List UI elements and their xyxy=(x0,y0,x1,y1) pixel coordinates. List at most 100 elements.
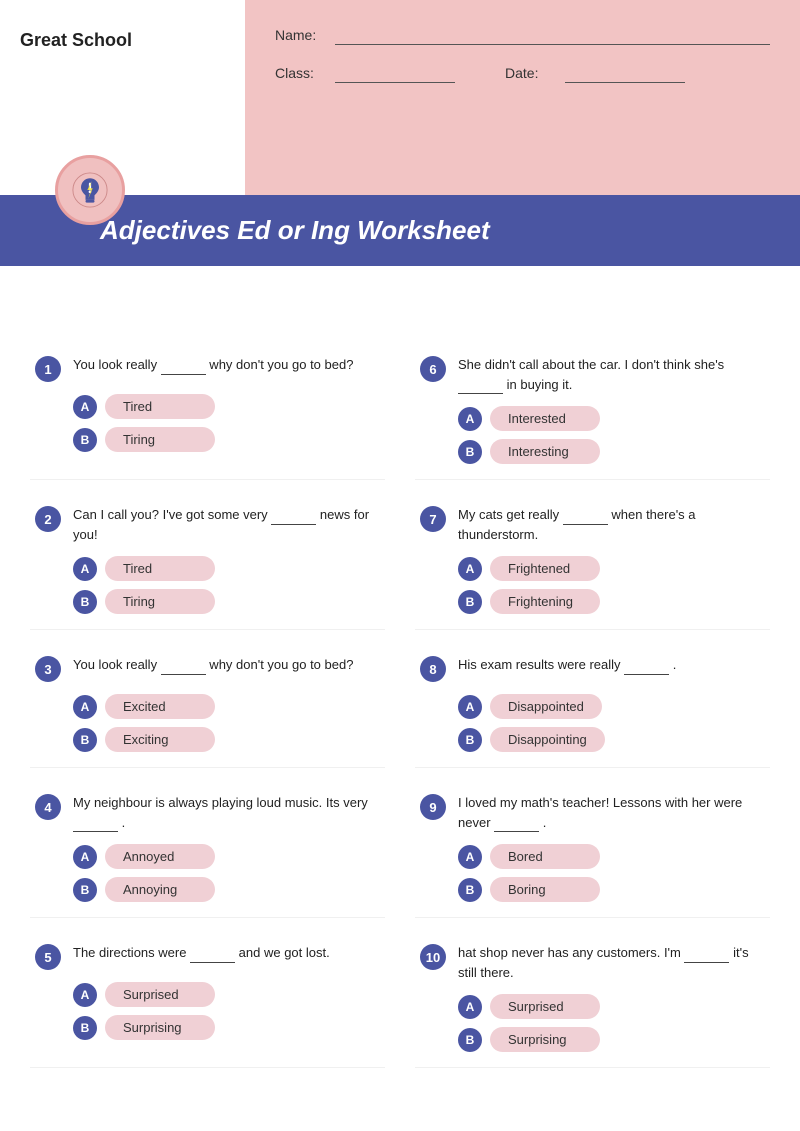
option-text: Frightening xyxy=(490,589,600,614)
option-letter: A xyxy=(458,845,482,869)
option[interactable]: B Annoying xyxy=(73,877,380,902)
option-letter: B xyxy=(73,428,97,452)
option-letter: B xyxy=(458,1028,482,1052)
option[interactable]: B Surprising xyxy=(73,1015,380,1040)
question-number: 2 xyxy=(35,506,61,532)
question-number: 6 xyxy=(420,356,446,382)
question-text: hat shop never has any customers. I'm it… xyxy=(458,943,765,982)
question-number: 4 xyxy=(35,794,61,820)
option[interactable]: A Surprised xyxy=(458,994,765,1019)
name-label: Name: xyxy=(275,27,325,43)
question-block: 4 My neighbour is always playing loud mus… xyxy=(30,778,385,918)
option-text: Frightened xyxy=(490,556,600,581)
option[interactable]: A Annoyed xyxy=(73,844,380,869)
option-letter: B xyxy=(458,728,482,752)
option-letter: B xyxy=(458,590,482,614)
option-letter: A xyxy=(73,695,97,719)
option-text: Interested xyxy=(490,406,600,431)
option-text: Surprising xyxy=(105,1015,215,1040)
option-letter: B xyxy=(458,878,482,902)
question-block: 2 Can I call you? I've got some very news… xyxy=(30,490,385,630)
questions-grid: 1 You look really why don't you go to bed… xyxy=(30,340,770,1068)
question-text: She didn't call about the car. I don't t… xyxy=(458,355,765,394)
option-text: Disappointing xyxy=(490,727,605,752)
option[interactable]: B Interesting xyxy=(458,439,765,464)
option[interactable]: B Disappointing xyxy=(458,727,765,752)
option-letter: A xyxy=(458,557,482,581)
option[interactable]: A Tired xyxy=(73,394,380,419)
option-letter: A xyxy=(73,983,97,1007)
question-block: 9 I loved my math's teacher! Lessons with… xyxy=(415,778,770,918)
question-block: 7 My cats get really when there's a thund… xyxy=(415,490,770,630)
option[interactable]: A Surprised xyxy=(73,982,380,1007)
question-number: 10 xyxy=(420,944,446,970)
worksheet-title: Adjectives Ed or Ing Worksheet xyxy=(100,215,780,246)
option-text: Tired xyxy=(105,394,215,419)
option-text: Tiring xyxy=(105,427,215,452)
option-text: Interesting xyxy=(490,439,600,464)
option[interactable]: A Frightened xyxy=(458,556,765,581)
option[interactable]: B Tiring xyxy=(73,427,380,452)
option-letter: A xyxy=(458,695,482,719)
option-letter: B xyxy=(73,590,97,614)
question-text: You look really why don't you go to bed? xyxy=(73,655,353,675)
school-name: Great School xyxy=(20,30,225,51)
option-letter: B xyxy=(458,440,482,464)
option[interactable]: B Exciting xyxy=(73,727,380,752)
question-text: I loved my math's teacher! Lessons with … xyxy=(458,793,765,832)
question-text: My neighbour is always playing loud musi… xyxy=(73,793,380,832)
option[interactable]: A Bored xyxy=(458,844,765,869)
question-number: 1 xyxy=(35,356,61,382)
question-number: 7 xyxy=(420,506,446,532)
option-text: Exciting xyxy=(105,727,215,752)
question-text: His exam results were really . xyxy=(458,655,676,675)
option[interactable]: A Tired xyxy=(73,556,380,581)
option-text: Boring xyxy=(490,877,600,902)
option-letter: A xyxy=(73,395,97,419)
option-text: Surprising xyxy=(490,1027,600,1052)
option-text: Surprised xyxy=(105,982,215,1007)
question-text: My cats get really when there's a thunde… xyxy=(458,505,765,544)
option-text: Bored xyxy=(490,844,600,869)
option-text: Excited xyxy=(105,694,215,719)
option-text: Surprised xyxy=(490,994,600,1019)
question-block: 6 She didn't call about the car. I don't … xyxy=(415,340,770,480)
class-label: Class: xyxy=(275,65,325,81)
option[interactable]: A Interested xyxy=(458,406,765,431)
option-text: Annoying xyxy=(105,877,215,902)
question-block: 5 The directions were and we got lost. A Su… xyxy=(30,928,385,1068)
class-field[interactable] xyxy=(335,63,455,83)
question-text: Can I call you? I've got some very news … xyxy=(73,505,380,544)
option-text: Tired xyxy=(105,556,215,581)
option-letter: A xyxy=(458,407,482,431)
option-letter: B xyxy=(73,728,97,752)
question-number: 8 xyxy=(420,656,446,682)
option[interactable]: A Excited xyxy=(73,694,380,719)
option-text: Annoyed xyxy=(105,844,215,869)
option-letter: A xyxy=(73,845,97,869)
lightbulb-icon xyxy=(55,155,125,225)
option[interactable]: B Tiring xyxy=(73,589,380,614)
option[interactable]: B Boring xyxy=(458,877,765,902)
question-text: The directions were and we got lost. xyxy=(73,943,330,963)
question-block: 1 You look really why don't you go to bed… xyxy=(30,340,385,480)
date-label: Date: xyxy=(505,65,555,81)
question-block: 8 His exam results were really . A Disappoi… xyxy=(415,640,770,768)
option-text: Tiring xyxy=(105,589,215,614)
option[interactable]: B Surprising xyxy=(458,1027,765,1052)
option-letter: B xyxy=(73,1016,97,1040)
question-number: 5 xyxy=(35,944,61,970)
option-letter: A xyxy=(458,995,482,1019)
name-field[interactable] xyxy=(335,25,770,45)
question-number: 3 xyxy=(35,656,61,682)
date-field[interactable] xyxy=(565,63,685,83)
option-letter: B xyxy=(73,878,97,902)
option[interactable]: B Frightening xyxy=(458,589,765,614)
question-block: 3 You look really why don't you go to bed… xyxy=(30,640,385,768)
option-text: Disappointed xyxy=(490,694,602,719)
question-block: 10 hat shop never has any customers. I'm … xyxy=(415,928,770,1068)
option-letter: A xyxy=(73,557,97,581)
question-number: 9 xyxy=(420,794,446,820)
question-text: You look really why don't you go to bed? xyxy=(73,355,353,375)
option[interactable]: A Disappointed xyxy=(458,694,765,719)
